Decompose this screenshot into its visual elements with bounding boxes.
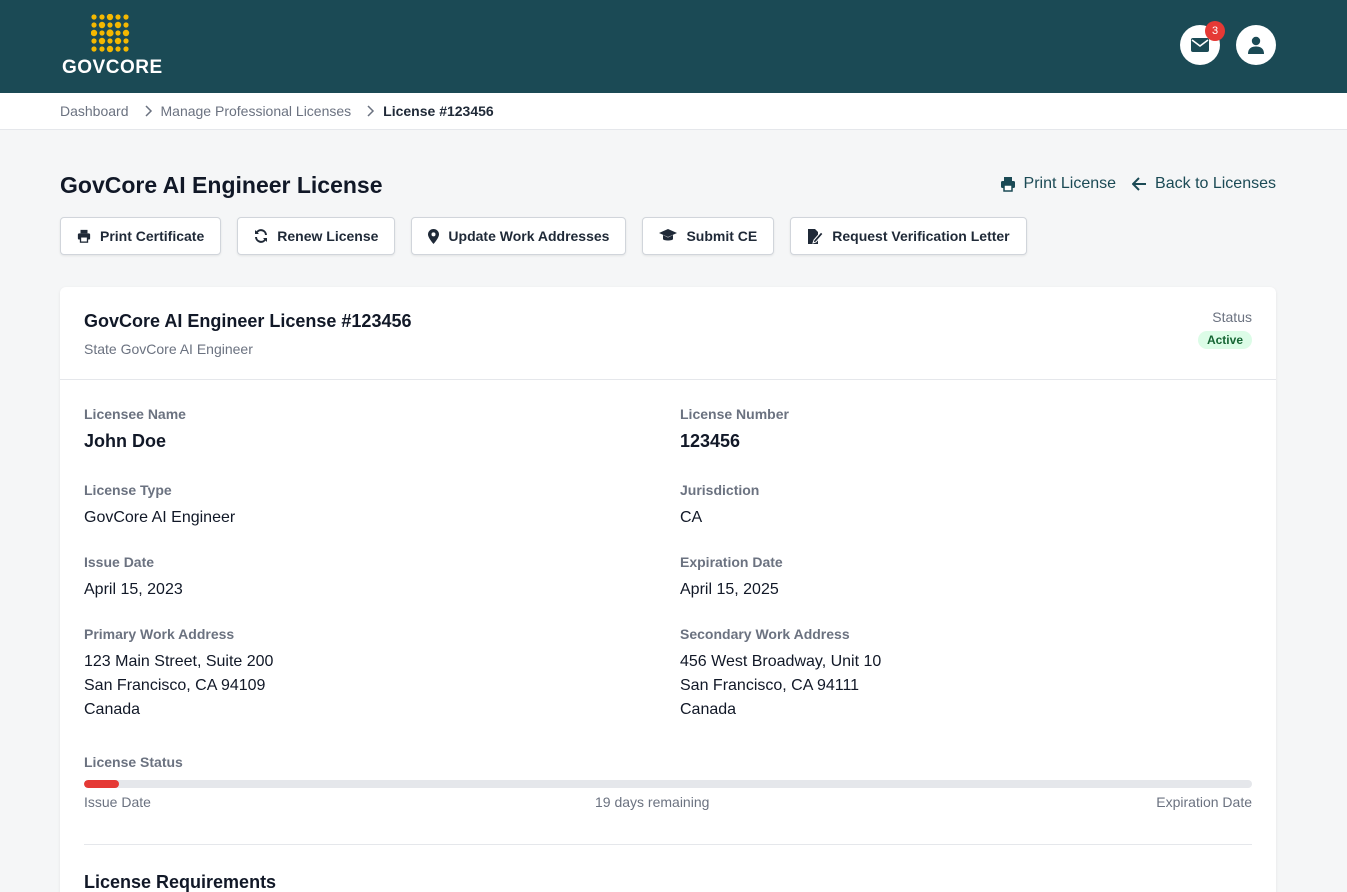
field-label: Primary Work Address	[84, 626, 235, 642]
refresh-icon	[255, 229, 268, 243]
envelope-icon	[1191, 38, 1209, 52]
govcore-logo[interactable]: GOVCORE	[60, 14, 164, 78]
card-subtitle: State GovCore AI Engineer	[84, 341, 253, 357]
breadcrumb-manage-licenses[interactable]: Manage Professional Licenses	[161, 103, 352, 119]
field-value: April 15, 2025	[680, 581, 779, 598]
license-action-buttons: Print Certificate Renew License Update W…	[60, 217, 1043, 255]
renew-license-label: Renew License	[277, 228, 379, 244]
print-license-link[interactable]: Print License	[1000, 175, 1117, 193]
field-label: Licensee Name	[84, 406, 186, 422]
submit-ce-button[interactable]: Submit CE	[642, 217, 775, 255]
print-certificate-button[interactable]: Print Certificate	[60, 217, 222, 255]
license-type-field: License Type GovCore AI Engineer	[84, 482, 235, 530]
address-line: San Francisco, CA 94109	[84, 677, 266, 694]
jurisdiction-field: Jurisdiction CA	[680, 482, 759, 530]
field-value: April 15, 2023	[84, 581, 183, 598]
govcore-logo-icon	[91, 14, 130, 53]
chevron-right-icon	[144, 105, 152, 117]
field-label: Secondary Work Address	[680, 626, 850, 642]
issue-date-field: Issue Date April 15, 2023	[84, 554, 183, 602]
chevron-right-icon	[367, 105, 375, 117]
card-title: GovCore AI Engineer License #123456	[84, 311, 412, 331]
license-status-label: License Status	[84, 754, 183, 770]
page-title: GovCore AI Engineer License	[60, 172, 383, 198]
printer-icon	[77, 229, 91, 243]
update-work-addresses-label: Update Work Addresses	[448, 228, 610, 244]
field-value: CA	[680, 509, 703, 526]
primary-work-address-field: Primary Work Address 123 Main Street, Su…	[84, 626, 273, 722]
progress-start-label: Issue Date	[84, 794, 151, 810]
license-status-progress-bar	[84, 780, 1252, 788]
graduation-cap-icon	[659, 229, 678, 241]
notification-badge: 3	[1205, 21, 1225, 41]
update-work-addresses-button[interactable]: Update Work Addresses	[411, 217, 627, 255]
licensee-name-field: Licensee Name John Doe	[84, 406, 186, 453]
address-line: Canada	[680, 701, 737, 718]
address-line: 123 Main Street, Suite 200	[84, 653, 274, 670]
progress-end-label: Expiration Date	[1156, 794, 1252, 810]
breadcrumb: Dashboard Manage Professional Licenses L…	[60, 103, 494, 119]
printer-icon	[1000, 177, 1015, 192]
print-certificate-label: Print Certificate	[100, 228, 205, 244]
arrow-left-icon	[1132, 177, 1147, 191]
field-label: Jurisdiction	[680, 482, 760, 498]
field-label: Issue Date	[84, 554, 155, 570]
top-header: GOVCORE 3	[0, 0, 1347, 93]
renew-license-button[interactable]: Renew License	[237, 217, 396, 255]
address-line: Canada	[84, 701, 141, 718]
request-verification-letter-label: Request Verification Letter	[832, 228, 1010, 244]
address-line: San Francisco, CA 94111	[680, 677, 860, 694]
address-lines: 456 West Broadway, Unit 10 San Francisco…	[680, 650, 881, 722]
field-label: Expiration Date	[680, 554, 783, 570]
back-to-licenses-label: Back to Licenses	[1155, 175, 1276, 192]
license-status-progress-fill	[84, 780, 120, 788]
license-number-field: License Number 123456	[680, 406, 789, 453]
field-value: 123456	[680, 431, 741, 451]
address-lines: 123 Main Street, Suite 200 San Francisco…	[84, 650, 273, 722]
request-verification-letter-button[interactable]: Request Verification Letter	[790, 217, 1027, 255]
user-icon	[1248, 36, 1264, 54]
submit-ce-label: Submit CE	[686, 228, 758, 244]
file-signature-icon	[808, 228, 824, 244]
days-remaining-label: 19 days remaining	[595, 794, 710, 810]
license-requirements-heading: License Requirements	[84, 872, 277, 892]
expiration-date-field: Expiration Date April 15, 2025	[680, 554, 783, 602]
messages-button[interactable]: 3	[1180, 21, 1225, 65]
map-pin-icon	[428, 228, 440, 244]
logo-text: GOVCORE	[62, 57, 163, 78]
secondary-work-address-field: Secondary Work Address 456 West Broadway…	[680, 626, 881, 722]
breadcrumb-dashboard[interactable]: Dashboard	[60, 103, 129, 119]
user-menu-button[interactable]	[1236, 25, 1276, 65]
breadcrumb-current: License #123456	[383, 103, 494, 119]
field-label: License Number	[680, 406, 789, 422]
field-label: License Type	[84, 482, 172, 498]
page-actions: Print License Back to Licenses	[1000, 175, 1276, 193]
card-header: GovCore AI Engineer License #123456 Stat…	[60, 287, 1276, 380]
back-to-licenses-link[interactable]: Back to Licenses	[1132, 175, 1276, 193]
status-badge: Active	[1197, 331, 1252, 349]
breadcrumb-bar: Dashboard Manage Professional Licenses L…	[0, 93, 1347, 130]
field-value: GovCore AI Engineer	[84, 509, 236, 526]
section-divider	[84, 844, 1252, 845]
address-line: 456 West Broadway, Unit 10	[680, 653, 882, 670]
license-details-card: GovCore AI Engineer License #123456 Stat…	[60, 287, 1276, 892]
status-label: Status	[1212, 309, 1252, 325]
print-license-label: Print License	[1023, 175, 1117, 192]
field-value: John Doe	[84, 431, 167, 451]
